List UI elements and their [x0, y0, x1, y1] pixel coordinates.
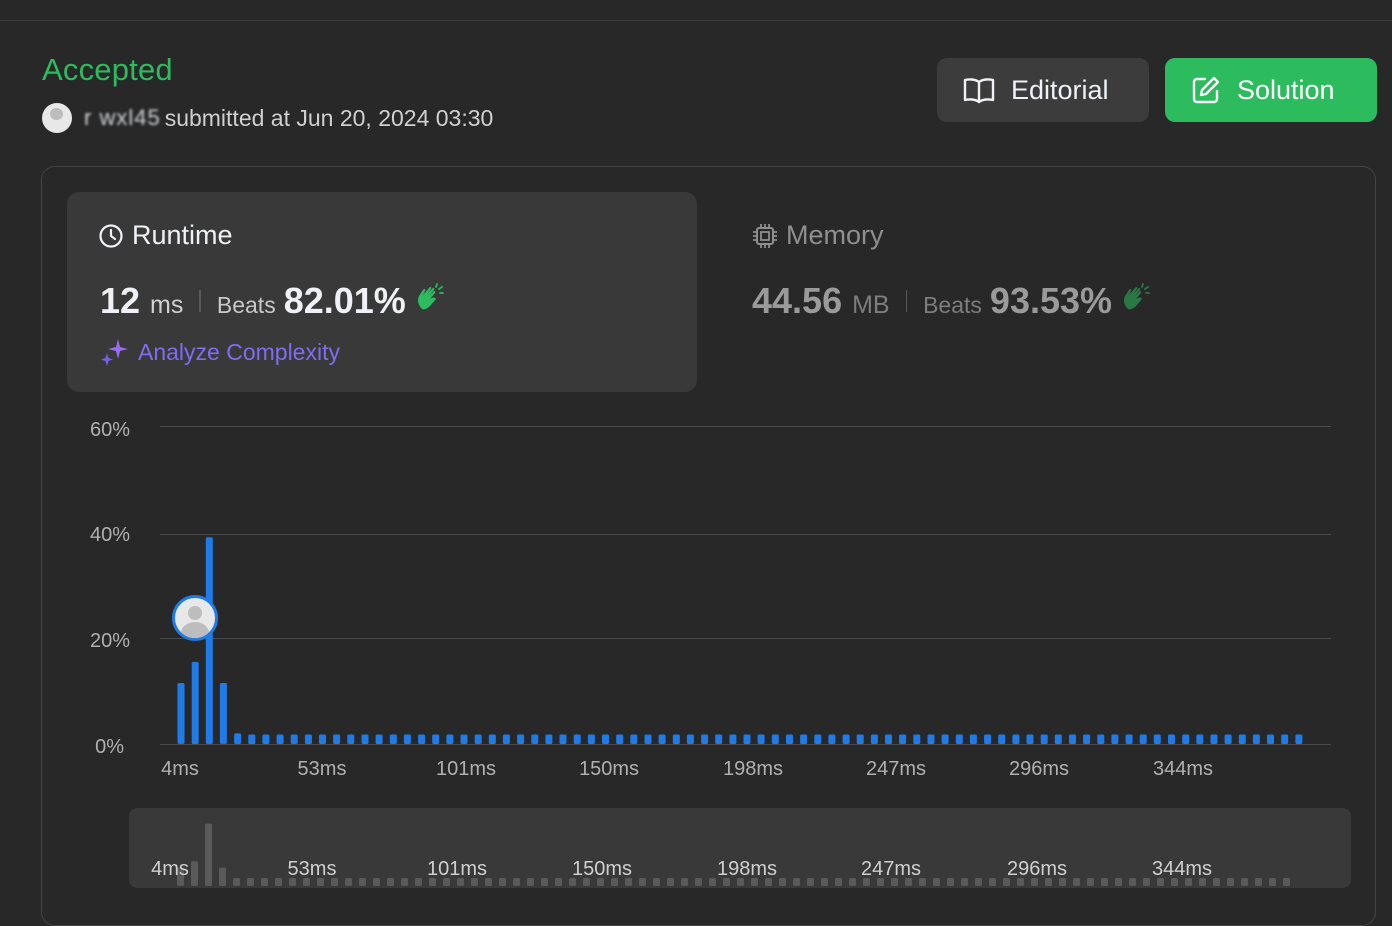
runtime-bar[interactable] [856, 734, 864, 745]
runtime-bar[interactable] [587, 734, 595, 745]
runtime-bar[interactable] [1097, 734, 1105, 745]
runtime-bar[interactable] [1224, 734, 1232, 745]
runtime-bar[interactable] [304, 734, 312, 745]
runtime-bar[interactable] [913, 734, 921, 745]
runtime-bar[interactable] [1281, 734, 1289, 745]
x-tick-label: 53ms [297, 758, 347, 780]
runtime-bar[interactable] [234, 733, 242, 744]
runtime-bar[interactable] [333, 734, 341, 745]
runtime-bar[interactable] [474, 734, 482, 745]
runtime-bar[interactable] [842, 734, 850, 745]
runtime-bar[interactable] [1012, 734, 1020, 745]
runtime-bar[interactable] [1267, 734, 1274, 745]
runtime-bar[interactable] [290, 734, 298, 745]
runtime-bar[interactable] [927, 734, 935, 745]
runtime-bar[interactable] [984, 734, 992, 745]
navigator-x-tick-label: 101ms [426, 858, 488, 880]
runtime-bar[interactable] [488, 734, 496, 745]
runtime-bar[interactable] [729, 734, 737, 745]
runtime-bar[interactable] [885, 734, 892, 745]
runtime-bar[interactable] [1182, 734, 1190, 745]
runtime-bar[interactable] [701, 734, 709, 745]
runtime-bar[interactable] [1210, 734, 1218, 745]
runtime-bar[interactable] [531, 734, 539, 745]
runtime-bar[interactable] [446, 734, 454, 745]
runtime-bar[interactable] [559, 734, 567, 745]
navigator-x-tick-label: 53ms [287, 858, 337, 880]
runtime-bar[interactable] [248, 734, 256, 745]
runtime-bar[interactable] [870, 734, 878, 745]
runtime-bar[interactable] [219, 683, 227, 744]
runtime-bar[interactable] [375, 734, 383, 745]
runtime-bar[interactable] [319, 734, 326, 745]
x-tick-label: 4ms [161, 758, 199, 780]
runtime-bar[interactable] [757, 734, 765, 745]
runtime-bar[interactable] [899, 734, 907, 745]
runtime-bar[interactable] [403, 734, 411, 745]
runtime-bar[interactable] [432, 734, 440, 745]
runtime-bar[interactable] [1083, 734, 1091, 745]
navigator-x-tick-label: 344ms [1151, 858, 1213, 880]
runtime-bar[interactable] [545, 734, 553, 745]
runtime-bar[interactable] [602, 734, 609, 745]
navigator-x-tick-label: 4ms [151, 858, 189, 880]
runtime-bar[interactable] [1238, 734, 1246, 745]
x-tick-label: 150ms [578, 758, 640, 780]
runtime-bar[interactable] [262, 734, 270, 745]
x-tick-label: 247ms [865, 758, 927, 780]
runtime-bar[interactable] [814, 734, 822, 745]
x-tick-label: 344ms [1152, 758, 1214, 780]
runtime-bar[interactable] [573, 734, 581, 745]
runtime-bar[interactable] [786, 734, 793, 745]
runtime-bar[interactable] [1295, 734, 1303, 745]
runtime-bar[interactable] [1040, 734, 1048, 745]
runtime-bar[interactable] [658, 734, 666, 745]
runtime-bar[interactable] [361, 734, 369, 745]
runtime-bar[interactable] [955, 734, 963, 745]
runtime-bar[interactable] [616, 734, 624, 745]
x-tick-label: 296ms [1008, 758, 1070, 780]
navigator-x-tick-label: 247ms [860, 858, 922, 880]
navigator-x-tick-label: 296ms [1006, 858, 1068, 880]
navigator-x-tick-label: 150ms [571, 858, 633, 880]
runtime-bar[interactable] [418, 734, 426, 745]
your-submission-marker[interactable] [172, 595, 218, 641]
runtime-bar[interactable] [1069, 734, 1076, 745]
runtime-bar[interactable] [998, 734, 1006, 745]
runtime-bar[interactable] [1168, 734, 1175, 745]
runtime-bar[interactable] [177, 683, 185, 744]
runtime-bar[interactable] [191, 661, 199, 744]
runtime-bar[interactable] [1125, 734, 1133, 745]
runtime-bar[interactable] [672, 734, 680, 745]
runtime-bar[interactable] [1111, 734, 1119, 745]
runtime-bar[interactable] [686, 734, 694, 745]
runtime-bar[interactable] [1196, 734, 1204, 745]
runtime-bar[interactable] [205, 537, 213, 744]
runtime-bar[interactable] [276, 734, 284, 745]
navigator-x-tick-label: 198ms [716, 858, 778, 880]
runtime-bar[interactable] [715, 734, 723, 745]
x-tick-label: 101ms [435, 758, 497, 780]
runtime-bar[interactable] [1139, 734, 1147, 745]
runtime-bar[interactable] [630, 734, 638, 745]
runtime-bar[interactable] [941, 734, 949, 745]
runtime-bar[interactable] [389, 734, 397, 745]
runtime-bar[interactable] [1054, 734, 1062, 745]
runtime-bar[interactable] [644, 734, 652, 745]
runtime-bar[interactable] [460, 734, 468, 745]
runtime-bar[interactable] [517, 734, 525, 745]
runtime-bar[interactable] [743, 734, 751, 745]
runtime-bar[interactable] [969, 734, 977, 745]
runtime-bar[interactable] [1252, 734, 1260, 745]
runtime-bar[interactable] [828, 734, 836, 745]
runtime-bar[interactable] [771, 734, 779, 745]
runtime-bar[interactable] [800, 734, 808, 745]
x-tick-label: 198ms [722, 758, 784, 780]
runtime-bar[interactable] [1153, 734, 1161, 745]
runtime-bar[interactable] [1026, 734, 1034, 745]
runtime-bar[interactable] [502, 734, 510, 745]
runtime-bar[interactable] [347, 734, 355, 745]
